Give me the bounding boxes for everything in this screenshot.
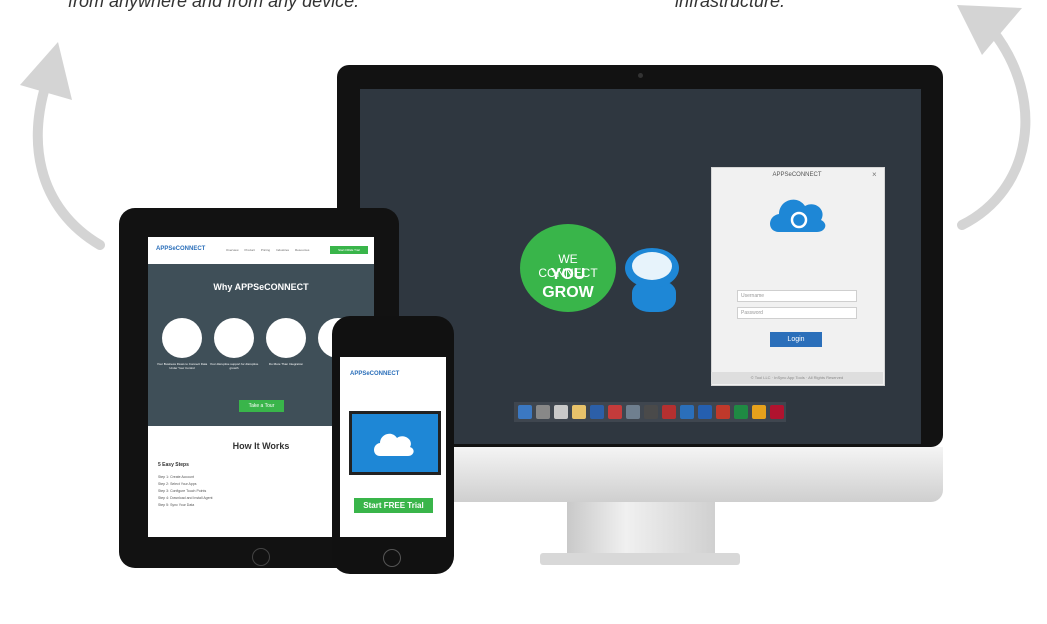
ipad-site-header: APPSeCONNECT Overview Product Pricing In…	[148, 237, 374, 265]
login-button[interactable]: Login	[770, 332, 822, 347]
ipad-home-button[interactable]	[252, 548, 270, 566]
steps-title: 5 Easy Steps	[158, 462, 189, 468]
login-footer: © Tool LLC · InSync App Tools · All Righ…	[711, 372, 883, 384]
username-field[interactable]: Username	[737, 290, 857, 302]
list-item: Step 2: Select Your Apps	[158, 482, 197, 486]
curved-arrow-left-icon	[20, 42, 105, 250]
camera-icon	[638, 73, 643, 78]
login-window-title: APPSeCONNECT	[772, 172, 822, 178]
start-free-trial-button[interactable]: Start FREE Trial	[354, 498, 433, 513]
dock	[514, 402, 786, 422]
nav-item[interactable]: Pricing	[261, 248, 270, 252]
site-logo[interactable]: APPSeCONNECT	[156, 246, 205, 252]
list-item: Step 1: Create Account	[158, 475, 194, 479]
feature-growth-icon	[214, 318, 254, 358]
list-item: Step 3: Configure Touch Points	[158, 489, 207, 493]
take-a-tour-button[interactable]: Take a Tour	[239, 400, 284, 412]
hero-title: Why APPSeCONNECT	[213, 282, 309, 292]
monitor-icon	[349, 411, 441, 475]
feature-text: Your disruptive support for disruptive g…	[209, 362, 259, 370]
iphone-logo: APPSeCONNECT	[350, 371, 400, 377]
robot-face	[632, 252, 672, 280]
nav-item[interactable]: Resources	[295, 248, 309, 252]
curved-arrow-right-icon	[957, 5, 1031, 230]
close-icon[interactable]: ×	[872, 170, 877, 179]
password-field[interactable]: Password	[737, 307, 857, 319]
steps-list: Step 1: Create Account Step 2: Select Yo…	[158, 474, 212, 509]
imac-stand	[567, 502, 715, 557]
nav-cta-button[interactable]: Start FREE Trial	[330, 246, 368, 254]
nav-item[interactable]: Industries	[276, 248, 289, 252]
cloud-sync-icon	[770, 199, 826, 232]
feature-text: Your Business Flows to Connect Data Unde…	[156, 362, 208, 370]
list-item: Step 5: Sync Your Data	[158, 503, 195, 507]
list-item: Step 4: Download and Install Agent	[158, 496, 213, 500]
caption-right: infrastructure.	[675, 0, 786, 11]
caption-left: from anywhere and from any device.	[68, 0, 360, 11]
feature-money-icon	[266, 318, 306, 358]
feature-text: Do More Than Integration	[268, 362, 304, 366]
nav-item[interactable]: Product	[245, 248, 255, 252]
site-nav: Overview Product Pricing Industries Reso…	[226, 248, 309, 252]
nav-item[interactable]: Overview	[226, 248, 239, 252]
bubble-line-2: YOU GROW	[542, 266, 594, 301]
imac-stand-foot	[540, 553, 740, 565]
iphone-home-button[interactable]	[383, 549, 401, 567]
feature-lock-icon	[162, 318, 202, 358]
